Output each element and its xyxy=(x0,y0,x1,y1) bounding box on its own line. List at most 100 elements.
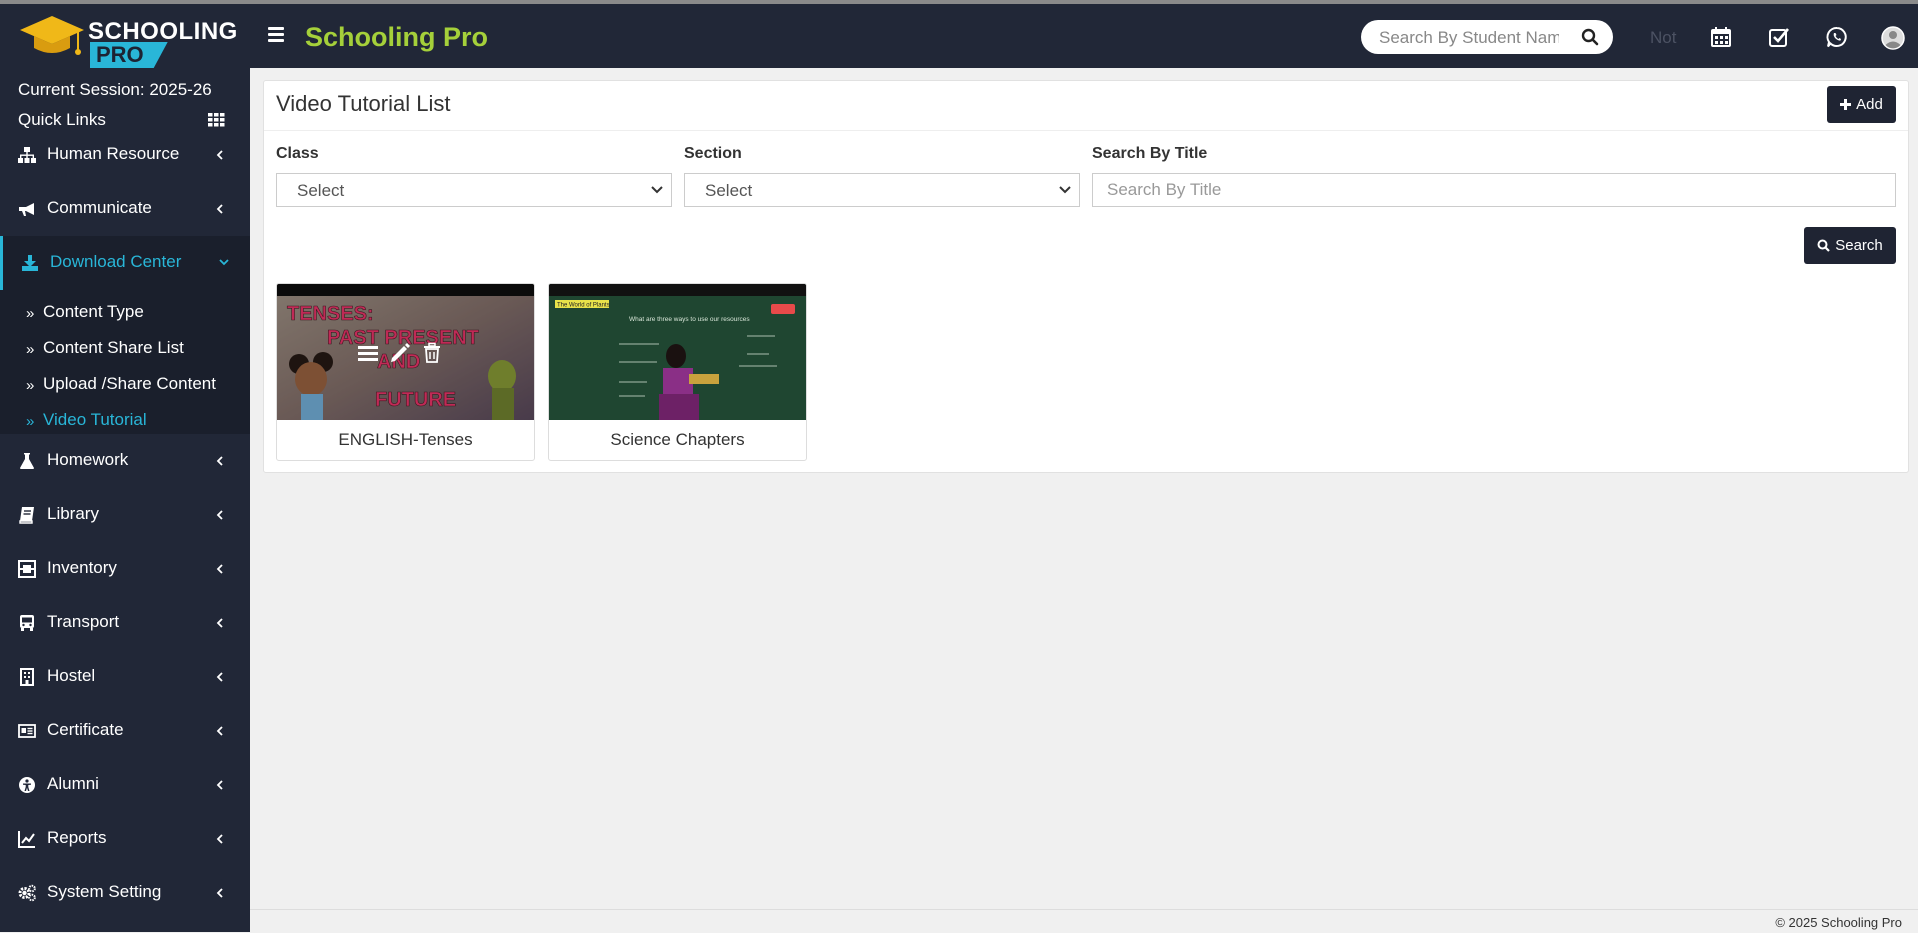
book-icon xyxy=(19,507,34,524)
thumb-text: What are three ways to use our resources xyxy=(629,316,750,323)
search-icon[interactable] xyxy=(1581,28,1599,46)
class-select[interactable]: Select xyxy=(276,173,672,207)
footer: © 2025 Schooling Pro xyxy=(250,909,1918,933)
download-center-submenu: » Content Type » Content Share List » Up… xyxy=(0,290,250,434)
chevron-left-icon xyxy=(216,672,223,682)
class-label: Class xyxy=(276,145,319,162)
sidebar-item-label: Inventory xyxy=(47,558,117,577)
sidebar-item-label: Reports xyxy=(47,828,107,847)
bus-icon xyxy=(20,615,34,631)
notification-label[interactable]: Not xyxy=(1650,28,1676,48)
calendar-icon[interactable] xyxy=(1710,26,1732,48)
chevron-left-icon xyxy=(216,204,223,214)
video-card[interactable]: The World of Plants What are three ways … xyxy=(548,283,807,461)
submenu-item-label: Content Share List xyxy=(43,338,184,357)
video-title: ENGLISH-Tenses xyxy=(338,430,473,449)
video-thumbnail[interactable]: The World of Plants What are three ways … xyxy=(549,284,806,420)
sidebar-item-label: Alumni xyxy=(47,774,99,793)
sidebar-item-label: Hostel xyxy=(47,666,96,685)
sidebar-item-hostel[interactable]: Hostel xyxy=(0,650,250,704)
chevron-left-icon xyxy=(216,456,223,466)
chevron-down-icon xyxy=(651,186,663,194)
sidebar-item-label: Library xyxy=(47,504,99,523)
sidebar-item-label: Human Resource xyxy=(47,144,180,163)
chevron-left-icon xyxy=(216,150,223,160)
sidebar-item-label: System Setting xyxy=(47,882,162,901)
plus-icon xyxy=(1840,99,1852,110)
current-session: Current Session: 2025-26 xyxy=(18,80,212,99)
chevron-left-icon xyxy=(216,780,223,790)
chevron-left-icon xyxy=(216,510,223,520)
sidebar: Current Session: 2025-26 Quick Links Hum… xyxy=(0,68,250,932)
top-header: SCHOOLING PRO Schooling Pro Not xyxy=(0,4,1918,68)
sidebar-item-library[interactable]: Library xyxy=(0,488,250,542)
sidebar-item-transport[interactable]: Transport xyxy=(0,596,250,650)
alumni-icon xyxy=(19,777,35,793)
task-check-icon[interactable] xyxy=(1768,26,1790,48)
edit-pencil-icon[interactable] xyxy=(389,342,411,364)
panel-divider xyxy=(264,130,1908,131)
sidebar-item-system-setting[interactable]: System Setting xyxy=(0,866,250,920)
logo-text-bottom: PRO xyxy=(90,42,168,68)
sidebar-item-homework[interactable]: Homework xyxy=(0,434,250,488)
menu-toggle-icon[interactable] xyxy=(268,27,284,43)
thumb-text: FUTURE xyxy=(375,389,456,411)
sidebar-item-label: Download Center xyxy=(50,252,182,271)
app-brand: Schooling Pro xyxy=(305,22,489,52)
graduation-cap-icon xyxy=(20,16,84,55)
gears-icon xyxy=(18,884,36,902)
bullhorn-icon xyxy=(19,203,34,216)
whatsapp-icon[interactable] xyxy=(1826,26,1848,48)
chevron-left-icon xyxy=(216,834,223,844)
submenu-item-label: Upload /Share Content xyxy=(43,374,216,393)
submenu-item-label: Content Type xyxy=(43,302,144,321)
chevron-left-icon xyxy=(216,564,223,574)
sidebar-item-label: Transport xyxy=(47,612,120,631)
sidebar-item-reports[interactable]: Reports xyxy=(0,812,250,866)
sidebar-item-download-center[interactable]: Download Center xyxy=(0,236,250,290)
sidebar-item-human-resource[interactable]: Human Resource xyxy=(0,128,250,182)
sidebar-item-label: Communicate xyxy=(47,198,152,217)
user-avatar-icon[interactable] xyxy=(1881,26,1905,50)
copyright-text: © 2025 Schooling Pro xyxy=(1775,915,1902,930)
thumb-text: The World of Plants xyxy=(557,303,610,309)
sidebar-item-communicate[interactable]: Communicate xyxy=(0,182,250,236)
sidebar-item-certificate[interactable]: Certificate xyxy=(0,704,250,758)
search-button[interactable]: Search xyxy=(1804,227,1896,264)
sidebar-item-inventory[interactable]: Inventory xyxy=(0,542,250,596)
certificate-icon xyxy=(18,724,36,738)
add-button[interactable]: Add xyxy=(1827,86,1896,123)
chevron-down-icon xyxy=(1059,186,1071,194)
building-icon xyxy=(20,668,34,686)
search-title-input[interactable] xyxy=(1092,173,1896,207)
inventory-icon xyxy=(18,560,36,578)
chevron-down-icon xyxy=(219,259,229,266)
quick-links-label[interactable]: Quick Links xyxy=(18,110,106,130)
chevron-left-icon xyxy=(216,618,223,628)
double-chevron-icon: » xyxy=(26,305,35,322)
section-label: Section xyxy=(684,145,742,162)
download-icon xyxy=(22,255,38,271)
double-chevron-icon: » xyxy=(26,377,35,394)
section-select-value: Select xyxy=(705,181,753,200)
search-icon xyxy=(1817,239,1831,252)
submenu-item-label: Video Tutorial xyxy=(43,410,147,429)
logo-text-top: SCHOOLING xyxy=(88,18,238,45)
grid-icon[interactable] xyxy=(208,113,225,127)
student-search-input[interactable] xyxy=(1377,26,1561,50)
line-chart-icon xyxy=(18,831,35,848)
sidebar-item-label: Certificate xyxy=(47,720,124,739)
sidebar-item-alumni[interactable]: Alumni xyxy=(0,758,250,812)
chevron-left-icon xyxy=(216,726,223,736)
menu-icon[interactable] xyxy=(357,342,379,364)
double-chevron-icon: » xyxy=(26,413,35,430)
search-title-label: Search By Title xyxy=(1092,145,1208,162)
section-select[interactable]: Select xyxy=(684,173,1080,207)
card-actions xyxy=(357,342,443,364)
logo[interactable]: SCHOOLING PRO xyxy=(18,12,237,68)
sitemap-icon xyxy=(18,147,36,163)
chevron-left-icon xyxy=(216,888,223,898)
video-title: Science Chapters xyxy=(610,430,745,449)
delete-trash-icon[interactable] xyxy=(421,342,443,364)
video-card[interactable]: TENSES: PAST PRESENT AND FUTURE ENGLISH-… xyxy=(276,283,535,461)
